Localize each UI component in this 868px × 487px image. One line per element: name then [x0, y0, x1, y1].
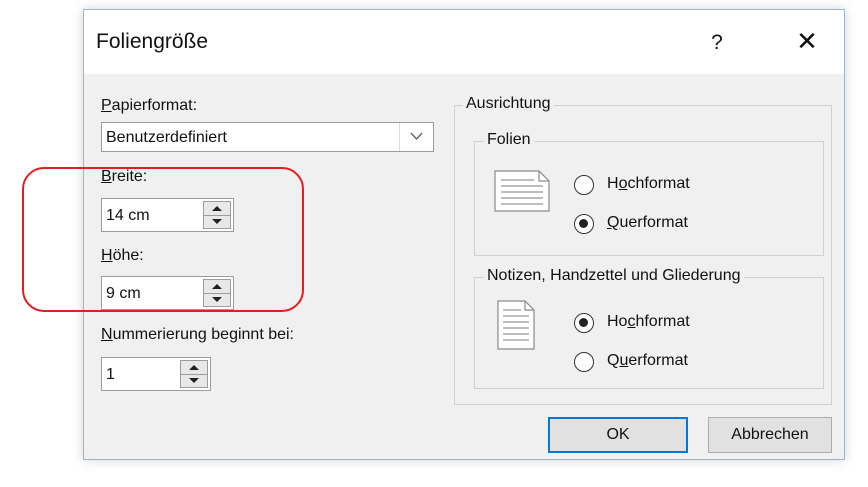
dialog-title: Foliengröße [96, 30, 209, 53]
numbering-start-input[interactable]: 1 [101, 357, 211, 391]
radio-selected-dot [579, 219, 588, 228]
slides-landscape-radio[interactable] [574, 214, 594, 234]
numbering-start-value: 1 [106, 366, 115, 383]
portrait-page-icon [497, 300, 535, 355]
slides-portrait-radio[interactable] [574, 175, 594, 195]
landscape-page-icon [494, 170, 550, 217]
paper-format-value: Benutzerdefiniert [106, 129, 227, 146]
close-button[interactable]: ✕ [792, 26, 822, 56]
cancel-button[interactable]: Abbrechen [708, 417, 832, 453]
slides-portrait-label[interactable]: Hochformat [607, 175, 690, 193]
title-bar: Foliengröße ? ✕ [84, 10, 844, 74]
notes-landscape-radio[interactable] [574, 352, 594, 372]
numbering-increase-button[interactable] [181, 361, 207, 375]
numbering-stepper[interactable] [180, 360, 208, 388]
chevron-down-icon[interactable] [399, 123, 433, 151]
notes-portrait-label[interactable]: Hochformat [607, 313, 690, 331]
slides-landscape-label[interactable]: Querformat [607, 214, 688, 232]
highlight-annotation [22, 167, 304, 312]
ok-button[interactable]: OK [548, 417, 688, 453]
numbering-decrease-button[interactable] [181, 374, 207, 387]
notes-landscape-label[interactable]: Querformat [607, 352, 688, 370]
paper-format-label: Papierformat: [101, 97, 198, 114]
slides-group-title: Folien [484, 131, 534, 149]
help-button[interactable]: ? [702, 28, 732, 58]
orientation-group-title: Ausrichtung [463, 95, 554, 113]
notes-portrait-radio[interactable] [574, 313, 594, 333]
numbering-label: Nummerierung beginnt bei: [101, 326, 294, 343]
notes-group-title: Notizen, Handzettel und Gliederung [484, 267, 744, 285]
paper-format-dropdown[interactable]: Benutzerdefiniert [101, 122, 434, 152]
radio-selected-dot [579, 318, 588, 327]
